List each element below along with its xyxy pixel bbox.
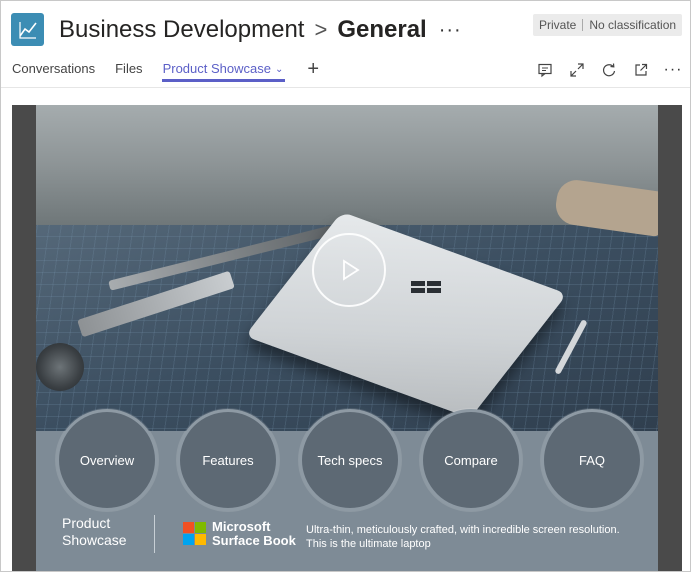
open-external-icon[interactable] xyxy=(632,61,650,79)
tab-label: Conversations xyxy=(12,61,96,76)
teams-window: Business Development > General ··· Priva… xyxy=(0,0,691,572)
tab-product-showcase[interactable]: Product Showcase ⌄ xyxy=(161,61,286,82)
microsoft-logo-icon xyxy=(183,522,206,545)
channel-name[interactable]: General xyxy=(337,16,426,44)
nav-tech-specs-button[interactable]: Tech specs xyxy=(299,409,401,511)
brand-row: Product Showcase Microsoft Surface Book … xyxy=(36,515,658,565)
expand-icon[interactable] xyxy=(568,61,586,79)
chart-icon xyxy=(18,21,37,39)
team-name[interactable]: Business Development xyxy=(59,16,304,44)
channel-more-button[interactable]: ··· xyxy=(439,19,462,42)
refresh-icon[interactable] xyxy=(600,61,618,79)
nav-label: Compare xyxy=(444,452,498,468)
brand-divider xyxy=(154,515,155,553)
nav-faq-button[interactable]: FAQ xyxy=(541,409,643,511)
brand-line: Microsoft xyxy=(212,519,271,534)
showcase-content: Overview Features Tech specs Compare FAQ… xyxy=(12,105,682,571)
tab-toolbar: ··· xyxy=(536,61,682,79)
breadcrumb-separator: > xyxy=(314,17,328,42)
more-options-icon[interactable]: ··· xyxy=(664,61,682,79)
tab-label: Product Showcase xyxy=(162,61,271,76)
tape-reel-image xyxy=(36,343,84,391)
add-tab-button[interactable]: + xyxy=(307,59,319,79)
product-name: Microsoft Surface Book xyxy=(212,520,296,548)
nav-label: FAQ xyxy=(578,452,605,468)
product-showcase-title: Product Showcase xyxy=(62,515,142,549)
tab-conversations[interactable]: Conversations xyxy=(12,61,95,82)
chat-icon[interactable] xyxy=(536,61,554,79)
tab-label: Files xyxy=(115,61,143,76)
classification-label: No classification xyxy=(589,18,677,32)
play-button[interactable] xyxy=(312,233,386,307)
product-tagline: Ultra-thin, meticulously crafted, with i… xyxy=(306,523,646,551)
title-line: Showcase xyxy=(62,532,127,548)
tab-divider xyxy=(1,87,690,88)
nav-label: Overview xyxy=(79,452,135,468)
nav-overview-button[interactable]: Overview xyxy=(56,409,158,511)
showcase-nav-panel: Overview Features Tech specs Compare FAQ… xyxy=(36,409,658,571)
channel-tabs: Conversations Files Product Showcase ⌄ + xyxy=(12,59,319,87)
windows-logo-icon xyxy=(411,281,441,293)
tagline-line: Ultra-thin, meticulously crafted, with i… xyxy=(306,524,620,536)
classification-badge: Private No classification xyxy=(533,14,683,36)
privacy-label: Private xyxy=(539,18,577,32)
nav-features-button[interactable]: Features xyxy=(177,409,279,511)
title-line: Product xyxy=(62,515,111,531)
play-icon xyxy=(343,259,360,281)
team-avatar[interactable] xyxy=(11,13,44,46)
brand-line: Surface Book xyxy=(212,533,296,548)
tagline-line: This is the ultimate laptop xyxy=(306,538,431,550)
nav-compare-button[interactable]: Compare xyxy=(420,409,522,511)
tab-files[interactable]: Files xyxy=(115,61,142,82)
hero-video[interactable] xyxy=(36,105,658,431)
breadcrumb: Business Development > General ··· xyxy=(59,13,462,47)
nav-label: Tech specs xyxy=(317,452,383,468)
nav-label: Features xyxy=(202,452,254,468)
chevron-down-icon[interactable]: ⌄ xyxy=(275,64,283,75)
